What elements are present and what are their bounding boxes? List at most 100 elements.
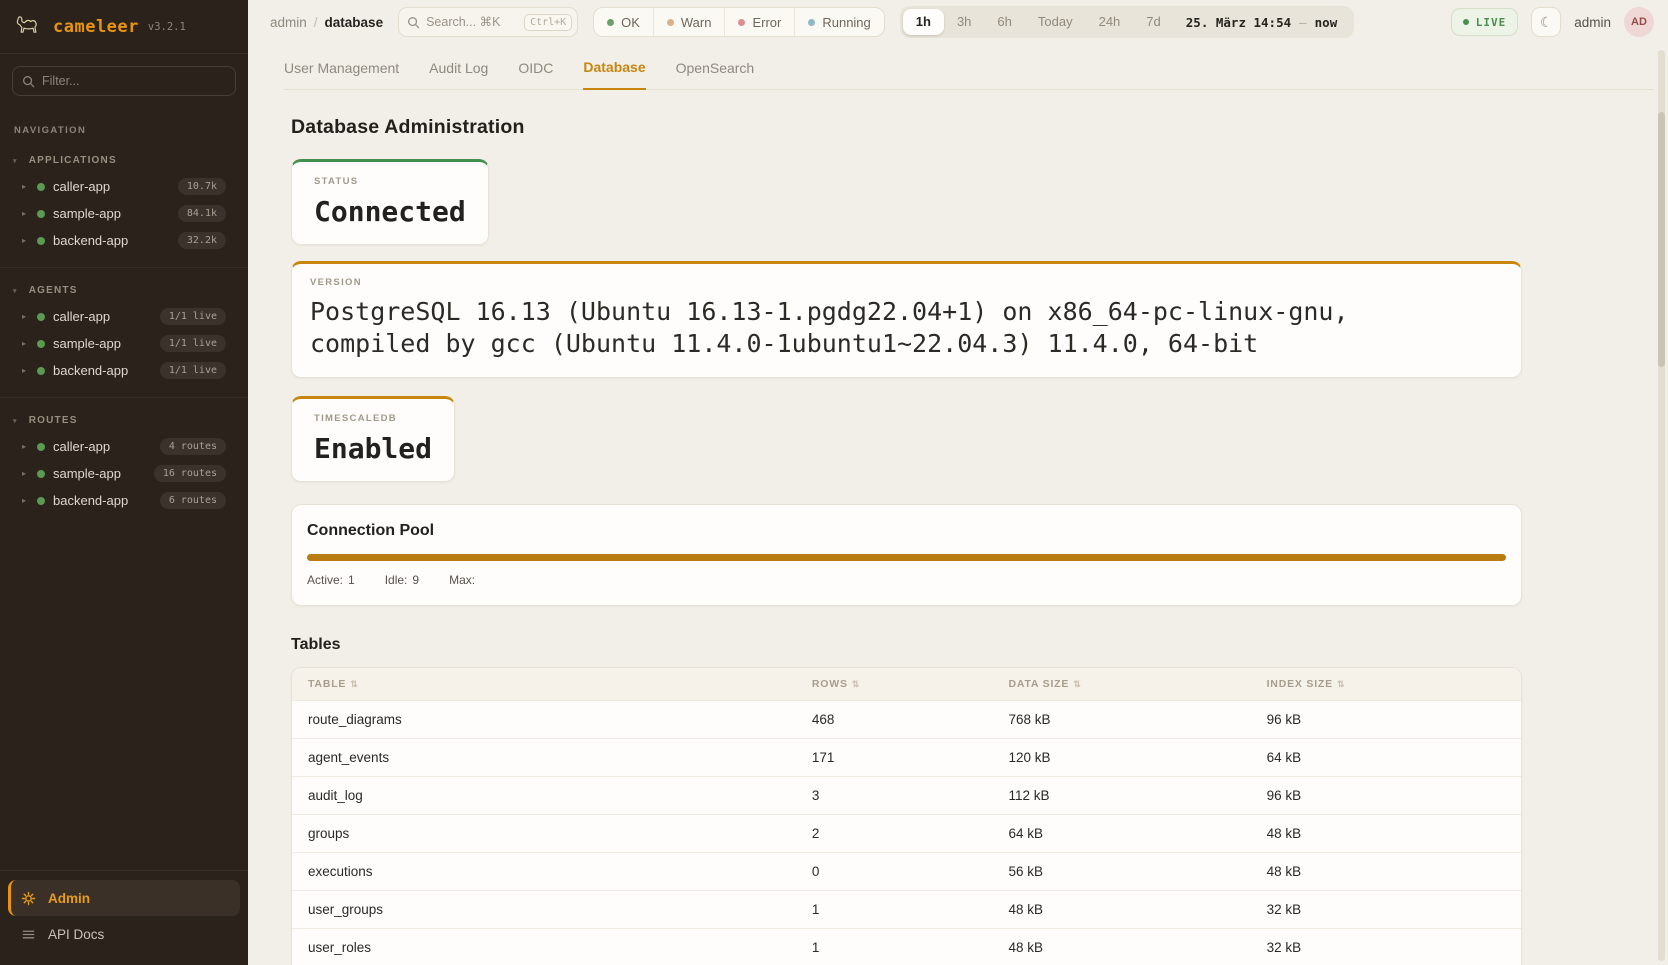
live-badge: 1/1 live [160,308,226,325]
running-dot-icon [808,19,815,26]
timescaledb-card: TIMESCALEDB Enabled [291,396,455,482]
sidebar-item-api-docs[interactable]: API Docs [8,916,240,952]
column-header-index-size[interactable]: INDEX SIZE⇅ [1251,668,1521,701]
time-range-1h[interactable]: 1h [903,9,944,35]
chevron-right-icon: ▸ [22,312,29,321]
section-title-label: ROUTES [29,415,78,426]
cell-index-size: 96 kB [1251,700,1521,738]
live-label: LIVE [1476,16,1507,29]
tables-table: TABLE⇅ ROWS⇅ DATA SIZE⇅ INDEX SIZE⇅ rout… [292,668,1521,965]
chevron-down-icon: ▾ [13,417,18,425]
time-range-24h[interactable]: 24h [1086,9,1134,35]
search-input[interactable] [426,15,518,29]
tab-audit-log[interactable]: Audit Log [429,60,488,89]
section-header-applications[interactable]: ▾ APPLICATIONS [0,147,248,173]
sidebar-item-label: sample-app [53,206,121,221]
chevron-right-icon: ▸ [22,209,29,218]
section-title-label: AGENTS [29,285,78,296]
sidebar-item-backend-app-agent[interactable]: ▸ backend-app 1/1 live [0,357,248,384]
shortcut-hint: Ctrl+K [524,14,572,31]
cell-data-size: 56 kB [993,852,1251,890]
sidebar-item-sample-app-routes[interactable]: ▸ sample-app 16 routes [0,460,248,487]
table-row: user_groups 1 48 kB 32 kB [292,890,1521,928]
tab-oidc[interactable]: OIDC [518,60,553,89]
scrollbar-thumb[interactable] [1658,112,1665,367]
cell-table-name: groups [292,814,796,852]
ok-dot-icon [607,19,614,26]
section-header-routes[interactable]: ▾ ROUTES [0,407,248,433]
time-range-today[interactable]: Today [1025,9,1086,35]
column-header-table[interactable]: TABLE⇅ [292,668,796,701]
tab-database[interactable]: Database [583,59,645,90]
filter-chip-error[interactable]: Error [724,8,794,36]
search-icon [407,16,420,29]
avatar[interactable]: AD [1624,7,1654,37]
cell-data-size: 112 kB [993,776,1251,814]
filter-chip-running[interactable]: Running [794,8,883,36]
live-dot-icon [1463,19,1469,25]
cell-table-name: user_groups [292,890,796,928]
sidebar-item-label: caller-app [53,309,110,324]
table-row: executions 0 56 kB 48 kB [292,852,1521,890]
connection-pool-title: Connection Pool [307,522,1506,540]
tab-user-management[interactable]: User Management [284,60,399,89]
search-icon [22,75,35,88]
filter-chip-ok[interactable]: OK [594,8,653,36]
admin-tabs: User Management Audit Log OIDC Database … [284,44,1654,90]
sidebar-header: cameleer v3.2.1 [0,0,248,54]
cell-data-size: 48 kB [993,890,1251,928]
column-header-rows[interactable]: ROWS⇅ [796,668,993,701]
status-card: STATUS Connected [291,159,489,245]
sidebar-item-caller-app-routes[interactable]: ▸ caller-app 4 routes [0,433,248,460]
filter-chip-label: OK [621,15,640,30]
sort-icon: ⇅ [1073,679,1081,689]
cell-index-size: 48 kB [1251,814,1521,852]
theme-toggle-button[interactable]: ☾ [1531,7,1561,37]
time-from: 25. März 14:54 [1186,15,1291,30]
routes-badge: 6 routes [160,492,226,509]
table-header-row: TABLE⇅ ROWS⇅ DATA SIZE⇅ INDEX SIZE⇅ [292,668,1521,701]
chevron-right-icon: ▸ [22,236,29,245]
time-display[interactable]: 25. März 14:54 – now [1174,15,1351,30]
status-dot [37,367,45,375]
sidebar-item-backend-app-routes[interactable]: ▸ backend-app 6 routes [0,487,248,514]
section-header-agents[interactable]: ▾ AGENTS [0,277,248,303]
breadcrumb-admin[interactable]: admin [270,15,307,30]
sidebar-item-label: sample-app [53,336,121,351]
cell-data-size: 120 kB [993,738,1251,776]
sidebar-item-sample-app-agent[interactable]: ▸ sample-app 1/1 live [0,330,248,357]
sidebar-item-admin[interactable]: Admin [8,880,240,916]
status-dot [37,313,45,321]
tab-opensearch[interactable]: OpenSearch [676,60,755,89]
sidebar-item-backend-app[interactable]: ▸ backend-app 32.2k [0,227,248,254]
cell-data-size: 768 kB [993,700,1251,738]
sort-icon: ⇅ [1337,679,1345,689]
time-range-6h[interactable]: 6h [984,9,1024,35]
sidebar: cameleer v3.2.1 NAVIGATION ▾ APPLICATION… [0,0,248,965]
sidebar-item-caller-app[interactable]: ▸ caller-app 10.7k [0,173,248,200]
sidebar-item-caller-app-agent[interactable]: ▸ caller-app 1/1 live [0,303,248,330]
sidebar-item-sample-app[interactable]: ▸ sample-app 84.1k [0,200,248,227]
sidebar-item-label: backend-app [53,233,128,248]
filter-input[interactable] [42,74,226,88]
chevron-down-icon: ▾ [13,287,18,295]
cameleer-logo-icon [14,14,44,40]
filter-chip-label: Running [822,15,870,30]
time-range-7d[interactable]: 7d [1133,9,1173,35]
warn-dot-icon [667,19,674,26]
version-card-label: VERSION [310,277,1503,288]
sidebar-item-label: backend-app [53,493,128,508]
cell-rows: 1 [796,890,993,928]
count-badge: 10.7k [178,178,226,195]
live-toggle[interactable]: LIVE [1451,8,1519,36]
sidebar-item-label: caller-app [53,179,110,194]
version-card-value: PostgreSQL 16.13 (Ubuntu 16.13-1.pgdg22.… [310,296,1475,360]
count-badge: 32.2k [178,232,226,249]
gear-icon [21,891,36,906]
app-version: v3.2.1 [148,21,186,33]
global-search: Ctrl+K [398,7,578,37]
user-name[interactable]: admin [1574,15,1611,30]
time-range-3h[interactable]: 3h [944,9,984,35]
column-header-data-size[interactable]: DATA SIZE⇅ [993,668,1251,701]
filter-chip-warn[interactable]: Warn [653,8,725,36]
